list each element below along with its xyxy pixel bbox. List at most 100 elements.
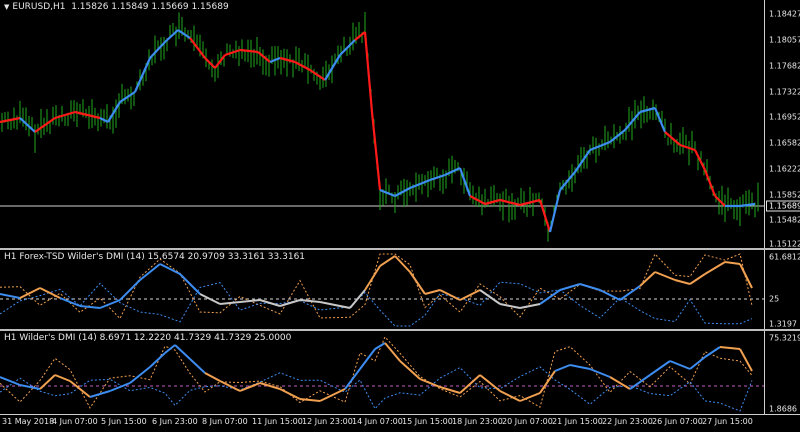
dropdown-arrow-icon[interactable]: ▼ [4, 3, 9, 11]
adx-line-segment [279, 388, 301, 400]
adx-line-segment [539, 289, 561, 305]
price-chart-pane[interactable]: ▼ EURUSD,H1 1.15826 1.15849 1.15669 1.156… [0, 0, 764, 248]
trend-line-segment [409, 178, 431, 190]
adx-line-segment [629, 374, 651, 390]
adx-line-segment [119, 279, 141, 301]
adx-line-segment [149, 352, 166, 368]
trend-line-segment [107, 101, 121, 123]
adx-line-segment [704, 346, 721, 358]
adx-line-segment [654, 271, 676, 281]
trend-line-segment [133, 57, 152, 93]
price-tick: 1.15482 [769, 215, 800, 225]
trend-line-segment [484, 198, 501, 206]
time-tick: 21 Jun 15:00 [552, 417, 603, 426]
adx-line-segment [669, 360, 691, 370]
trend-line-segment [664, 131, 681, 146]
adx-line-segment [139, 263, 161, 281]
adx-line-segment [164, 344, 176, 354]
trend-line-segment [548, 189, 562, 233]
adx-line-segment [59, 297, 81, 307]
time-tick: 6 Jun 23:00 [152, 417, 198, 426]
adx-line-segment [689, 273, 706, 285]
adx-line-segment [394, 255, 411, 273]
adx-line-segment [379, 255, 396, 267]
price-tick: 1.17682 [769, 61, 800, 71]
wilders-dmi-canvas[interactable] [0, 331, 764, 414]
adx-line-segment [89, 390, 111, 398]
indicator-tick: 1.3197 [769, 319, 797, 329]
adx-line-segment [109, 382, 131, 392]
adx-line-segment [499, 390, 521, 402]
adx-line-segment [579, 283, 601, 291]
time-tick: 11 Jun 15:00 [252, 417, 303, 426]
trend-line-segment [469, 195, 486, 205]
trend-line-segment [703, 169, 717, 197]
adx-line-segment [364, 265, 381, 291]
trend-line-segment [394, 187, 411, 197]
adx-line-segment [54, 374, 71, 382]
adx-line-segment [559, 283, 581, 291]
time-tick: 26 Jun 07:00 [652, 417, 703, 426]
forex-tsd-dmi-pane[interactable]: H1 Forex-TSD Wilder's DMI (14) 15.6574 2… [0, 250, 764, 329]
time-tick: 8 Jun 07:00 [202, 417, 248, 426]
adx-line-segment [159, 263, 181, 275]
price-tick: 1.18057 [769, 35, 800, 45]
time-tick: 12 Jun 23:00 [302, 417, 353, 426]
adx-line-segment [0, 376, 21, 386]
time-tick: 22 Jun 23:00 [602, 417, 653, 426]
indicator-tick: 25 [769, 294, 780, 304]
adx-line-segment [704, 261, 726, 275]
price-tick: 1.18427 [769, 9, 800, 19]
forex-tsd-dmi-scale[interactable]: 61.6812 25 1.3197 [764, 250, 800, 329]
adx-line-segment [674, 279, 691, 285]
adx-line-segment [39, 287, 61, 299]
adx-line-segment [174, 344, 191, 360]
adx-line-segment [239, 299, 261, 303]
adx-line-segment [409, 271, 426, 295]
price-tick: 1.15852 [769, 190, 800, 200]
adx-line-segment [204, 372, 221, 382]
price-scale[interactable]: 1.18427 1.18057 1.17682 1.17322 1.16952 … [764, 0, 800, 249]
adx-line-segment [519, 303, 541, 309]
time-tick: 14 Jun 07:00 [352, 417, 403, 426]
adx-line-segment [99, 299, 121, 309]
time-tick: 15 Jun 15:00 [402, 417, 453, 426]
adx-line-segment [179, 273, 201, 295]
indicator-tick: 61.6812 [769, 252, 800, 262]
price-tick: 1.16952 [769, 112, 800, 122]
wilders-dmi-title: H1 Wilder's DMI (14) 8.6971 12.2220 41.7… [4, 333, 292, 343]
trend-line-segment [574, 149, 591, 173]
price-chart-title: ▼ EURUSD,H1 1.15826 1.15849 1.15669 1.156… [4, 2, 229, 12]
adx-line-segment [319, 388, 346, 402]
wilders-dmi-pane[interactable]: H1 Wilder's DMI (14) 8.6971 12.2220 41.7… [0, 331, 764, 414]
price-tick: 1.16222 [769, 164, 800, 174]
adx-line-segment [724, 261, 741, 265]
adx-line-segment [739, 263, 753, 289]
adx-line-segment [689, 356, 706, 370]
adx-line-segment [239, 382, 261, 392]
adx-line-segment [79, 305, 101, 309]
price-tick: 1.16582 [769, 138, 800, 148]
indicator-tick: 1.8686 [769, 404, 797, 414]
time-tick: 18 Jun 23:00 [452, 417, 503, 426]
price-chart-canvas[interactable] [0, 0, 764, 248]
trend-line-segment [363, 31, 374, 113]
symbol-ohlc-label: EURUSD,H1 1.15826 1.15849 1.15669 1.1568… [12, 2, 229, 12]
wilders-dmi-scale[interactable]: 75.3219 1.8686 [764, 331, 800, 414]
adx-line-segment [319, 301, 351, 309]
time-tick: 27 Jun 15:00 [702, 417, 753, 426]
trend-line-segment [19, 117, 36, 133]
time-axis[interactable]: 31 May 2018 4 Jun 07:00 5 Jun 15:00 6 Ju… [0, 414, 800, 432]
trend-line-segment [559, 171, 576, 191]
current-price-label: 1.15689 [766, 200, 800, 212]
adx-line-segment [399, 360, 421, 380]
indicator-tick: 75.3219 [769, 333, 800, 343]
adx-line-segment [589, 368, 611, 378]
trend-line-segment [239, 48, 259, 54]
adx-line-segment [189, 358, 206, 374]
trend-line-segment [694, 149, 706, 171]
time-tick: 4 Jun 07:00 [52, 417, 98, 426]
time-tick: 5 Jun 15:00 [101, 417, 147, 426]
forex-tsd-dmi-title: H1 Forex-TSD Wilder's DMI (14) 15.6574 2… [4, 252, 306, 262]
trend-line-segment [679, 143, 696, 152]
